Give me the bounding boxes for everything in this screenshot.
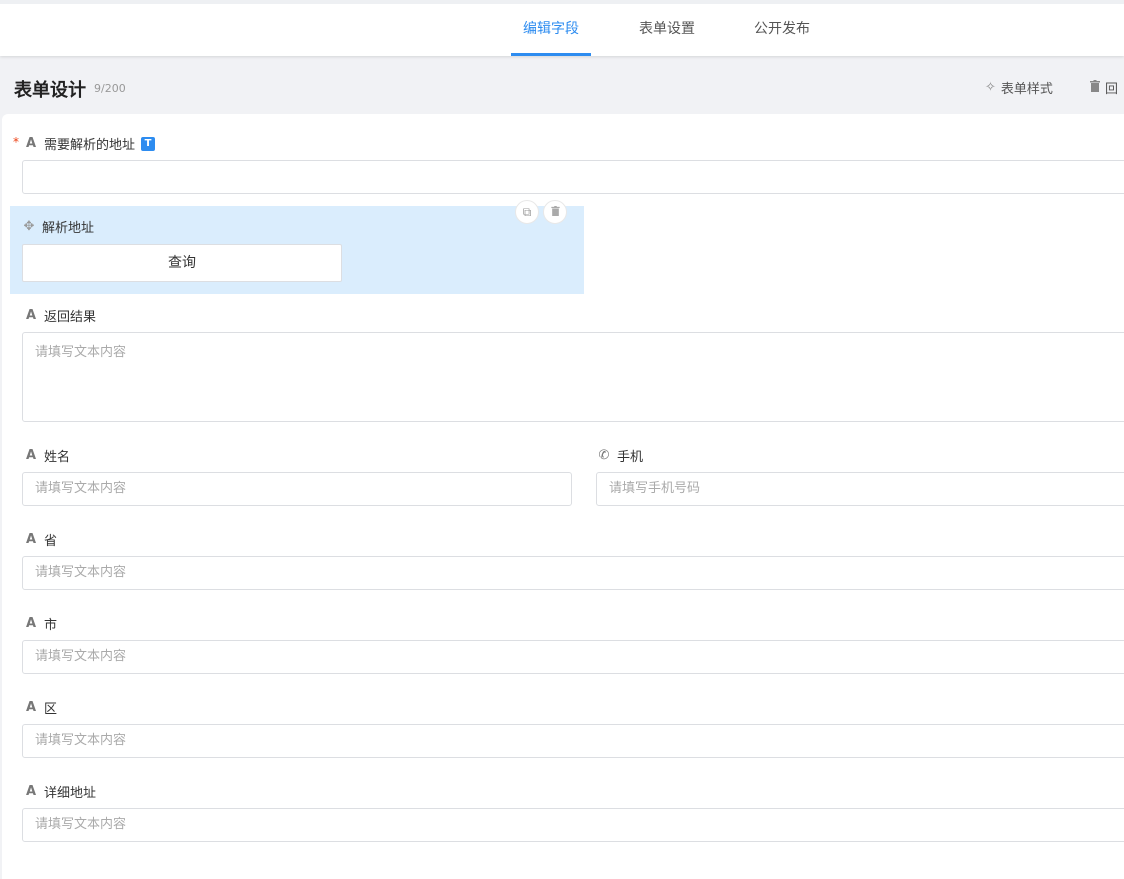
required-mark: * xyxy=(13,135,19,149)
form-style-button[interactable]: ✧ 表单样式 xyxy=(985,78,1053,97)
address-input[interactable] xyxy=(22,160,1124,194)
detail-field-label: A 详细地址 xyxy=(25,784,97,801)
phone-field-label: ✆ 手机 xyxy=(598,448,644,465)
province-input[interactable]: 请填写文本内容 xyxy=(22,556,1124,590)
result-textarea[interactable]: 请填写文本内容 xyxy=(22,332,1124,422)
phone-icon: ✆ xyxy=(598,448,610,463)
page-title: 表单设计 xyxy=(14,80,86,101)
text-field-icon: A xyxy=(25,136,37,151)
province-field-label: A 省 xyxy=(25,532,58,549)
name-input[interactable]: 请填写文本内容 xyxy=(22,472,572,506)
top-nav: 编辑字段 表单设置 公开发布 xyxy=(0,0,1124,56)
text-field-icon: A xyxy=(25,700,37,715)
text-field-icon: A xyxy=(25,448,37,463)
tab-edit-fields[interactable]: 编辑字段 xyxy=(511,4,591,56)
field-count: 9/200 xyxy=(94,82,126,95)
trash-icon xyxy=(1090,79,1100,96)
form-style-label: 表单样式 xyxy=(1000,82,1053,97)
text-type-badge: T xyxy=(141,136,156,151)
district-field-label: A 区 xyxy=(25,700,58,717)
delete-label: 回 xyxy=(1105,82,1119,97)
text-field-icon: A xyxy=(25,532,37,547)
copy-icon[interactable]: ⧉ xyxy=(515,200,539,224)
tab-form-settings[interactable]: 表单设置 xyxy=(627,4,707,56)
query-button[interactable]: 查询 xyxy=(22,244,342,282)
detail-input[interactable]: 请填写文本内容 xyxy=(22,808,1124,842)
text-field-icon: A xyxy=(25,308,37,323)
selected-field-block[interactable]: ✥ 解析地址 查询 ⧉ xyxy=(10,200,584,294)
address-field-label: * A 需要解析的地址 T xyxy=(13,134,156,153)
delete-button[interactable]: 回 xyxy=(1090,78,1118,97)
parse-field-label: ✥ 解析地址 xyxy=(22,219,95,236)
city-input[interactable]: 请填写文本内容 xyxy=(22,640,1124,674)
text-field-icon: A xyxy=(25,784,37,799)
result-field-label: A 返回结果 xyxy=(25,308,97,325)
magic-wand-icon: ✧ xyxy=(985,80,996,95)
name-field-label: A 姓名 xyxy=(25,448,71,465)
tab-public-publish[interactable]: 公开发布 xyxy=(742,4,822,56)
text-field-icon: A xyxy=(25,616,37,631)
district-input[interactable]: 请填写文本内容 xyxy=(22,724,1124,758)
trash-icon[interactable] xyxy=(543,200,567,224)
phone-input[interactable]: 请填写手机号码 xyxy=(596,472,1124,506)
city-field-label: A 市 xyxy=(25,616,58,633)
move-icon[interactable]: ✥ xyxy=(22,219,36,234)
